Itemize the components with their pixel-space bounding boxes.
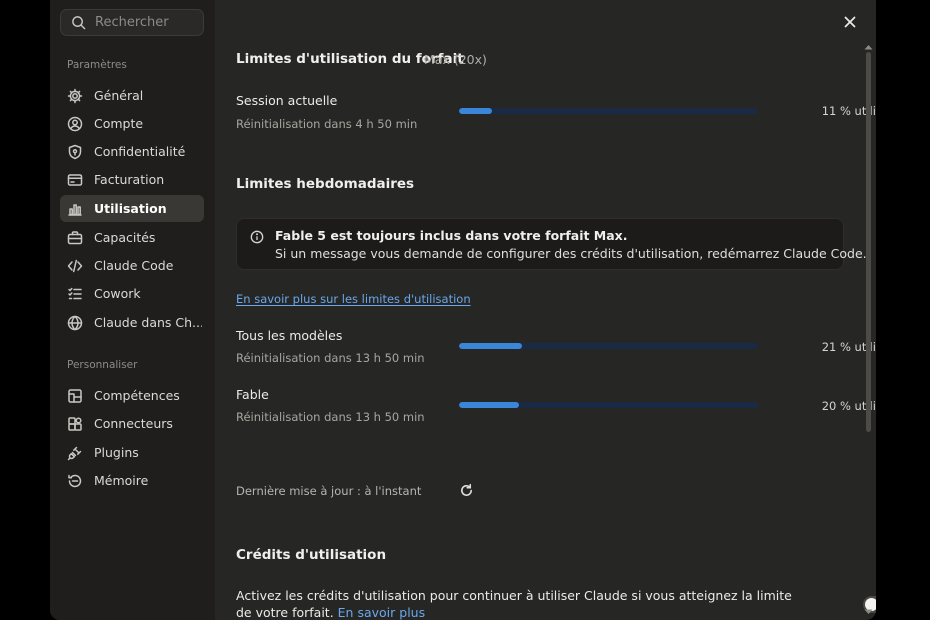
all-models-progress-fill [459,343,522,349]
learn-more-limits-link[interactable]: En savoir plus sur les limites d'utilisa… [236,292,471,306]
sidebar-item-label: Compétences [94,388,180,403]
sidebar-item-skills[interactable]: Compétences [60,382,204,409]
sidebar-item-label: Claude dans Ch... [94,315,202,330]
credits-learn-more-link[interactable]: En savoir plus [338,605,425,620]
search-box[interactable] [60,9,204,36]
all-models-title: Tous les modèles [236,328,343,343]
info-line-1: Fable 5 est toujours inclus dans votre f… [275,228,628,243]
sidebar-item-claude-code[interactable]: Claude Code [60,252,204,279]
sidebar-item-label: Connecteurs [94,416,173,431]
gear-icon [67,88,83,103]
section-label-personalize: Personnaliser [67,359,138,371]
sidebar-item-capabilities[interactable]: Capacités [60,224,204,251]
globe-icon [67,315,83,330]
section-label-settings: Paramètres [67,59,127,71]
sidebar-item-label: Compte [94,116,144,131]
search-input[interactable] [95,15,195,30]
info-notice: Fable 5 est toujours inclus dans votre f… [236,218,867,270]
usage-credits-title: Crédits d'utilisation [236,547,387,563]
usage-credits-description: Activez les crédits d'utilisation pour c… [236,587,796,620]
sidebar-item-label: Mémoire [94,473,149,488]
sidebar-item-usage[interactable]: Utilisation [60,195,204,222]
usage-credits-text: Activez les crédits d'utilisation pour c… [236,588,792,620]
all-models-reset-time: Réinitialisation dans 13 h 50 min [236,351,425,365]
sidebar-item-cowork[interactable]: Cowork [60,280,204,307]
skills-icon [68,388,82,403]
session-progress-bar [459,108,758,114]
sidebar: Paramètres Général Compte Confidentialit… [50,0,215,620]
user-icon [67,116,83,131]
session-progress-fill [459,108,492,114]
settings-window: Paramètres Général Compte Confidentialit… [50,0,876,620]
plan-name-badge: Max (20x) [424,52,487,67]
sidebar-item-connectors[interactable]: Connecteurs [60,410,204,437]
session-reset-time: Réinitialisation dans 4 h 50 min [236,117,418,131]
sidebar-item-account[interactable]: Compte [60,110,204,137]
last-update-text: Dernière mise à jour : à l'instant [236,484,422,498]
puzzle-icon [68,416,82,431]
code-icon [67,259,83,272]
checklist-icon [68,287,82,299]
sidebar-item-plugins[interactable]: Plugins [60,439,204,466]
sidebar-item-label: Facturation [94,172,165,187]
session-percent: 11 % utilisés [821,104,876,118]
sidebar-item-label: Confidentialité [94,144,186,159]
refresh-button[interactable] [459,483,474,498]
usage-panel: Limites d'utilisation du forfait Max (20… [215,0,876,620]
sidebar-item-label: Capacités [94,230,156,245]
info-icon [250,230,264,244]
close-button[interactable] [841,13,859,31]
bar-chart-icon [68,203,82,216]
sidebar-item-label: Utilisation [94,201,167,216]
plug-icon [67,446,82,460]
sidebar-item-privacy[interactable]: Confidentialité [60,138,204,165]
sidebar-item-general[interactable]: Général [60,82,204,109]
all-models-progress-bar [459,343,758,349]
sidebar-item-label: Plugins [94,445,139,460]
scrollbar-thumb[interactable] [866,52,871,432]
briefcase-icon [67,230,83,244]
sidebar-item-label: Cowork [94,286,141,301]
sidebar-item-memory[interactable]: Mémoire [60,467,204,494]
fable-title: Fable [236,387,269,402]
session-title: Session actuelle [236,93,338,108]
fable-percent: 20 % utilisés [821,399,876,413]
scroll-up-arrow-icon[interactable] [864,44,873,50]
fable-progress-bar [459,402,758,408]
shield-icon [68,144,82,159]
refresh-icon [461,483,472,496]
all-models-percent: 21 % utilisés [821,340,876,354]
sidebar-item-claude-in-chrome[interactable]: Claude dans Ch... [60,309,204,336]
weekly-limits-title: Limites hebdomadaires [236,176,415,192]
fable-progress-fill [459,402,519,408]
sidebar-item-label: Claude Code [94,258,174,273]
close-icon [844,16,856,28]
sidebar-item-label: Général [94,88,144,103]
info-line-2: Si un message vous demande de configurer… [275,246,867,261]
search-icon [72,16,86,30]
sidebar-item-billing[interactable]: Facturation [60,166,204,193]
fable-reset-time: Réinitialisation dans 13 h 50 min [236,410,425,424]
memory-icon [68,474,82,487]
credit-card-icon [67,173,83,186]
scroll-down-arrow-icon[interactable] [864,609,873,615]
